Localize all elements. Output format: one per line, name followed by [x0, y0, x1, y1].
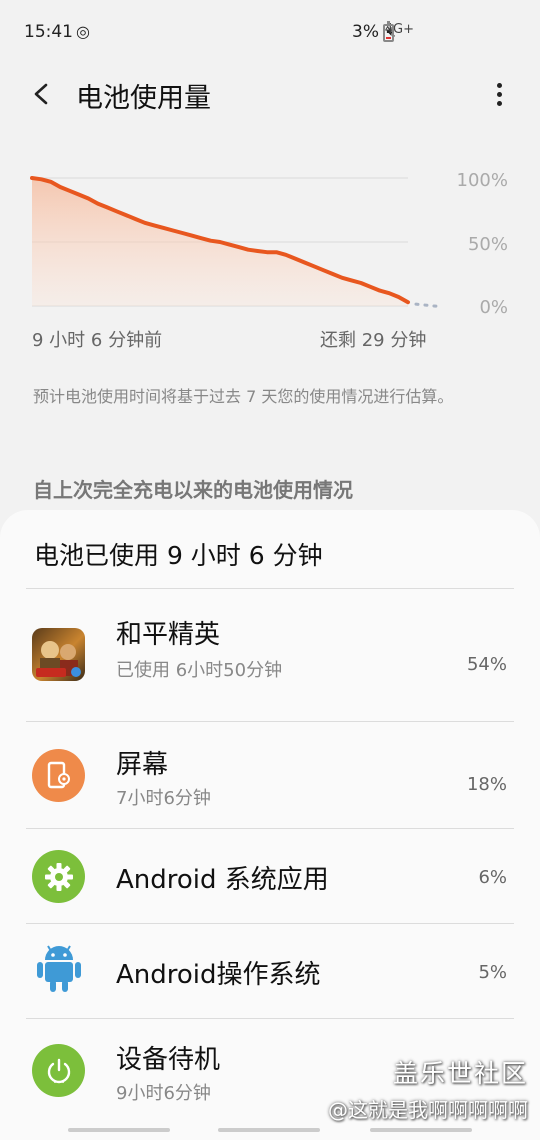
nav-hint-left	[68, 1128, 170, 1132]
x-end-label: 还剩 29 分钟	[320, 330, 427, 351]
usage-card: 电池已使用 9 小时 6 分钟 和平精英 已使用 6小时50分钟 54% 屏幕 …	[0, 510, 540, 1140]
sync-icon: ◎	[76, 22, 90, 41]
app-percent: 6%	[478, 867, 507, 888]
app-name: Android 系统应用	[116, 865, 329, 895]
android-icon	[32, 940, 85, 993]
app-name: 屏幕	[116, 750, 169, 780]
app-name: 和平精英	[116, 620, 221, 650]
nav-hint-center	[218, 1128, 320, 1132]
more-dot-icon	[496, 91, 502, 97]
app-usage-time: 已使用 6小时50分钟	[116, 660, 283, 681]
more-dot-icon	[496, 82, 502, 88]
battery-chart: 100% 50% 0% 9 小时 6 分钟前 还剩 29 分钟	[0, 160, 540, 360]
estimate-note: 预计电池使用时间将基于过去 7 天您的使用情况进行估算。	[33, 387, 454, 406]
power-icon	[32, 1044, 85, 1097]
back-arrow-icon	[34, 83, 48, 105]
status-bar: 15:41 ◎ 🔇︎ 4G+ 3%	[0, 0, 540, 66]
app-percent: 54%	[466, 654, 507, 675]
game-icon	[32, 628, 85, 681]
watermark-community: 盖乐世社区	[392, 1059, 528, 1088]
battery-percent: 3%	[352, 22, 379, 42]
back-button[interactable]	[22, 74, 62, 114]
app-name: 设备待机	[116, 1045, 221, 1075]
app-percent: 5%	[478, 962, 507, 983]
battery-icon	[383, 21, 394, 42]
more-options-button[interactable]	[484, 76, 514, 112]
app-row-pubg[interactable]: 和平精英 已使用 6小时50分钟 54%	[0, 588, 540, 722]
nav-hint-right	[370, 1128, 472, 1132]
app-row-android-system-apps[interactable]: Android 系统应用 6%	[0, 829, 540, 924]
app-row-android-os[interactable]: Android操作系统 5%	[0, 924, 540, 1019]
app-row-screen[interactable]: 屏幕 7小时6分钟 18%	[0, 722, 540, 828]
app-bar: 电池使用量	[0, 66, 540, 122]
app-usage-time: 9小时6分钟	[116, 1083, 211, 1104]
y-tick-100: 100%	[456, 170, 508, 191]
usage-total-title: 电池已使用 9 小时 6 分钟	[34, 541, 323, 570]
x-start-label: 9 小时 6 分钟前	[32, 330, 163, 351]
more-dot-icon	[496, 100, 502, 106]
watermark-user: @这就是我啊啊啊啊啊	[328, 1098, 528, 1122]
y-tick-50: 50%	[467, 234, 508, 255]
gear-icon	[32, 850, 85, 903]
screen-icon	[32, 749, 85, 802]
app-usage-time: 7小时6分钟	[116, 788, 211, 809]
app-name: Android操作系统	[116, 960, 321, 990]
forecast-dots	[414, 302, 438, 308]
y-tick-0: 0%	[479, 297, 508, 318]
status-time: 15:41	[24, 22, 73, 42]
page-title: 电池使用量	[76, 83, 211, 114]
app-percent: 18%	[466, 774, 507, 795]
section-title: 自上次完全充电以来的电池使用情况	[33, 478, 353, 502]
